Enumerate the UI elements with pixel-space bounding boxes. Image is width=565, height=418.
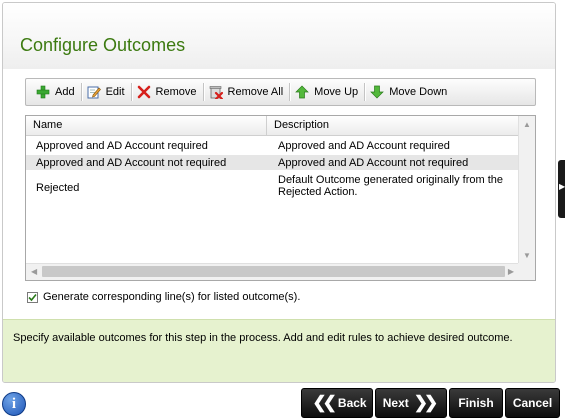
name-cell: Rejected [36,182,80,194]
arrow-up-icon [295,85,310,99]
move-down-button[interactable]: Move Down [366,81,453,103]
remove-button[interactable]: Remove [133,81,203,103]
dialog-header: Configure Outcomes [3,3,555,69]
arrow-down-icon [370,85,385,99]
edit-label: Edit [105,86,125,98]
plus-icon [36,85,50,99]
scroll-right-arrow-icon[interactable]: ▶ [508,267,514,276]
horizontal-scrollbar[interactable]: ◀ ▶ [26,263,519,280]
double-chevron-left-icon: ❮❮ [312,393,336,412]
table-row[interactable]: Approved and AD Account required Approve… [26,138,519,154]
back-button[interactable]: ❮❮ Back [301,388,373,418]
description-cell: Approved and AD Account required [278,140,450,152]
generate-lines-checkbox[interactable] [27,291,38,303]
double-chevron-right-icon: ❯❯ [413,393,438,412]
name-cell: Approved and AD Account required [36,140,208,152]
name-cell: Approved and AD Account not required [36,157,227,169]
next-label: Next [382,396,409,410]
vertical-scrollbar[interactable]: ▲ ▼ [518,116,535,263]
scroll-left-arrow-icon[interactable]: ◀ [31,267,37,276]
cancel-button[interactable]: Cancel [505,388,560,418]
move-up-button[interactable]: Move Up [291,81,364,103]
column-header-description[interactable]: Description [267,116,519,135]
remove-label: Remove [155,86,197,98]
cancel-label: Cancel [512,396,553,410]
scroll-down-arrow-icon[interactable]: ▼ [523,251,531,260]
wizard-footer: i ❮❮ Back Next ❯❯ Finish Cancel [0,386,565,418]
trash-delete-icon [209,85,223,99]
chevron-right-icon: ▶ [559,182,565,191]
pencil-edit-icon [87,85,101,99]
configure-outcomes-dialog: Configure Outcomes Add Edit Remove Remov… [2,2,556,383]
next-button[interactable]: Next ❯❯ [375,388,447,418]
horizontal-scroll-thumb[interactable] [42,266,505,277]
finish-button[interactable]: Finish [449,388,503,418]
description-cell: Default Outcome generated originally fro… [278,174,504,198]
generate-lines-option[interactable]: Generate corresponding line(s) for liste… [27,291,300,303]
move-up-label: Move Up [314,86,359,98]
info-panel: Specify available outcomes for this step… [3,319,555,382]
info-text: Specify available outcomes for this step… [13,332,513,344]
table-row[interactable]: Approved and AD Account not required App… [26,155,519,170]
remove-all-label: Remove All [227,86,284,98]
description-cell: Approved and AD Account not required [278,157,469,169]
info-icon[interactable]: i [2,392,26,416]
grid-header: Name Description [26,116,519,136]
scroll-up-arrow-icon[interactable]: ▲ [523,120,531,129]
add-button[interactable]: Add [32,81,81,103]
back-label: Back [337,396,367,410]
page-title: Configure Outcomes [20,35,186,55]
side-panel-toggle[interactable]: ▶ [558,160,565,218]
finish-label: Finish [458,396,494,410]
column-header-name[interactable]: Name [26,116,267,135]
red-x-icon [137,85,151,99]
outcomes-toolbar: Add Edit Remove Remove All Move Up Move … [25,78,536,106]
move-down-label: Move Down [389,86,448,98]
remove-all-button[interactable]: Remove All [205,81,290,103]
edit-button[interactable]: Edit [83,81,131,103]
scrollbar-corner [518,263,535,280]
generate-lines-label: Generate corresponding line(s) for liste… [43,291,301,303]
table-row[interactable]: Rejected Default Outcome generated origi… [26,172,519,202]
add-label: Add [55,86,75,98]
outcomes-grid: Name Description Approved and AD Account… [25,115,536,281]
checkmark-icon [28,293,37,301]
